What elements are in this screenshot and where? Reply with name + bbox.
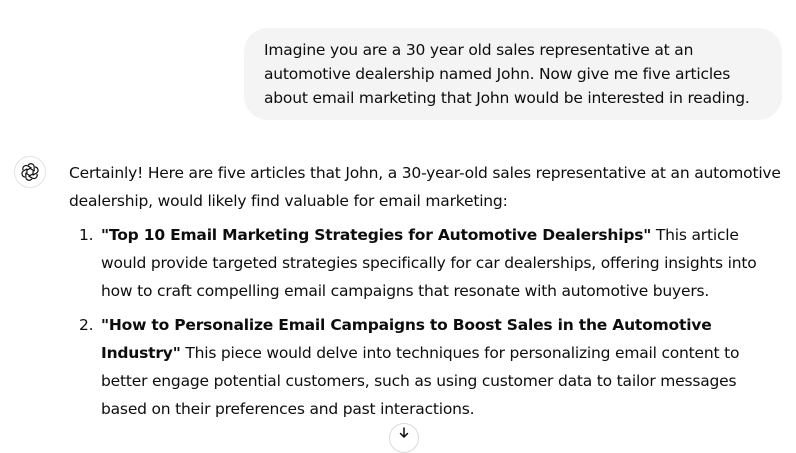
list-item-number: 2. [79,316,94,334]
list-item: 1. "Top 10 Email Marketing Strategies fo… [69,221,784,305]
scroll-to-bottom-button[interactable] [389,423,419,453]
list-item-number: 1. [79,226,94,244]
article-title: "Top 10 Email Marketing Strategies for A… [101,226,652,244]
article-list: 1. "Top 10 Email Marketing Strategies fo… [69,221,784,423]
openai-logo-icon [21,163,39,181]
user-message-bubble: Imagine you are a 30 year old sales repr… [244,28,782,120]
list-item: 2. "How to Personalize Email Campaigns t… [69,311,784,423]
article-description: This piece would delve into techniques f… [101,344,740,418]
arrow-down-icon [399,427,409,439]
assistant-message: Certainly! Here are five articles that J… [69,159,784,429]
user-message-text: Imagine you are a 30 year old sales repr… [264,41,750,107]
assistant-avatar [14,156,46,188]
assistant-intro: Certainly! Here are five articles that J… [69,164,781,210]
